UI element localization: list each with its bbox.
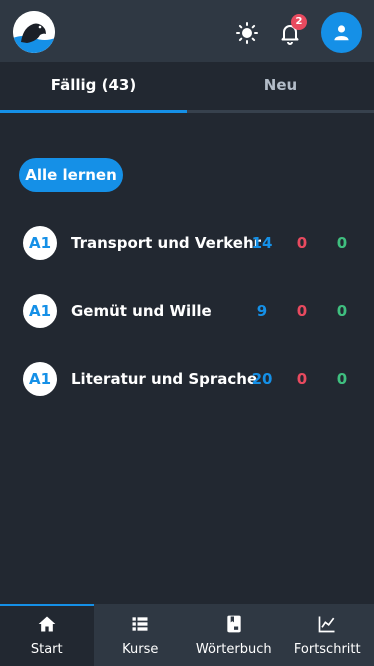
correct-count: 0: [336, 302, 348, 320]
nav-label: Fortschritt: [293, 642, 361, 657]
notification-badge: 2: [291, 14, 307, 30]
course-title: Literatur und Sprache: [71, 370, 258, 388]
nav-label: Start: [30, 642, 63, 657]
due-count: 14: [251, 234, 273, 252]
level-badge: A1: [23, 294, 57, 328]
list-icon: [132, 617, 148, 631]
course-title: Transport und Verkehr: [71, 234, 262, 252]
correct-count: 0: [336, 370, 348, 388]
wrong-count: 0: [296, 234, 308, 252]
nav-fortschritt[interactable]: Fortschritt: [281, 604, 374, 666]
profile-button[interactable]: [321, 12, 362, 53]
chart-line-icon: [318, 616, 335, 633]
level-badge: A1: [23, 226, 57, 260]
wrong-count: 0: [296, 370, 308, 388]
nav-woerterbuch[interactable]: Wörterbuch: [187, 604, 281, 666]
course-row-gemuet[interactable]: A1 Gemüt und Wille 9 0 0: [0, 294, 374, 328]
tab-due[interactable]: Fällig (43): [0, 62, 187, 110]
tab-bar: Fällig (43) Neu: [0, 62, 374, 113]
nav-kurse[interactable]: Kurse: [94, 604, 188, 666]
learn-all-button[interactable]: Alle lernen: [19, 158, 123, 192]
course-row-literatur[interactable]: A1 Literatur und Sprache 20 0 0: [0, 362, 374, 396]
nav-label: Wörterbuch: [195, 642, 272, 657]
due-count: 9: [256, 302, 268, 320]
nav-label: Kurse: [122, 642, 159, 657]
tab-new[interactable]: Neu: [187, 62, 374, 110]
dictionary-icon: [227, 615, 241, 633]
active-tab-indicator: [0, 110, 187, 113]
level-badge: A1: [23, 362, 57, 396]
course-row-transport[interactable]: A1 Transport und Verkehr 14 0 0: [0, 226, 374, 260]
course-title: Gemüt und Wille: [71, 302, 212, 320]
nav-start[interactable]: Start: [0, 604, 94, 666]
top-bar: 2: [0, 0, 374, 62]
due-count: 20: [251, 370, 273, 388]
correct-count: 0: [336, 234, 348, 252]
seal-logo-icon[interactable]: [13, 11, 55, 53]
bottom-navigation: Start Kurse Wörterbuch Fortschritt: [0, 604, 374, 666]
user-icon: [334, 25, 349, 41]
wrong-count: 0: [296, 302, 308, 320]
home-icon: [38, 616, 56, 632]
sun-icon[interactable]: [235, 21, 259, 45]
